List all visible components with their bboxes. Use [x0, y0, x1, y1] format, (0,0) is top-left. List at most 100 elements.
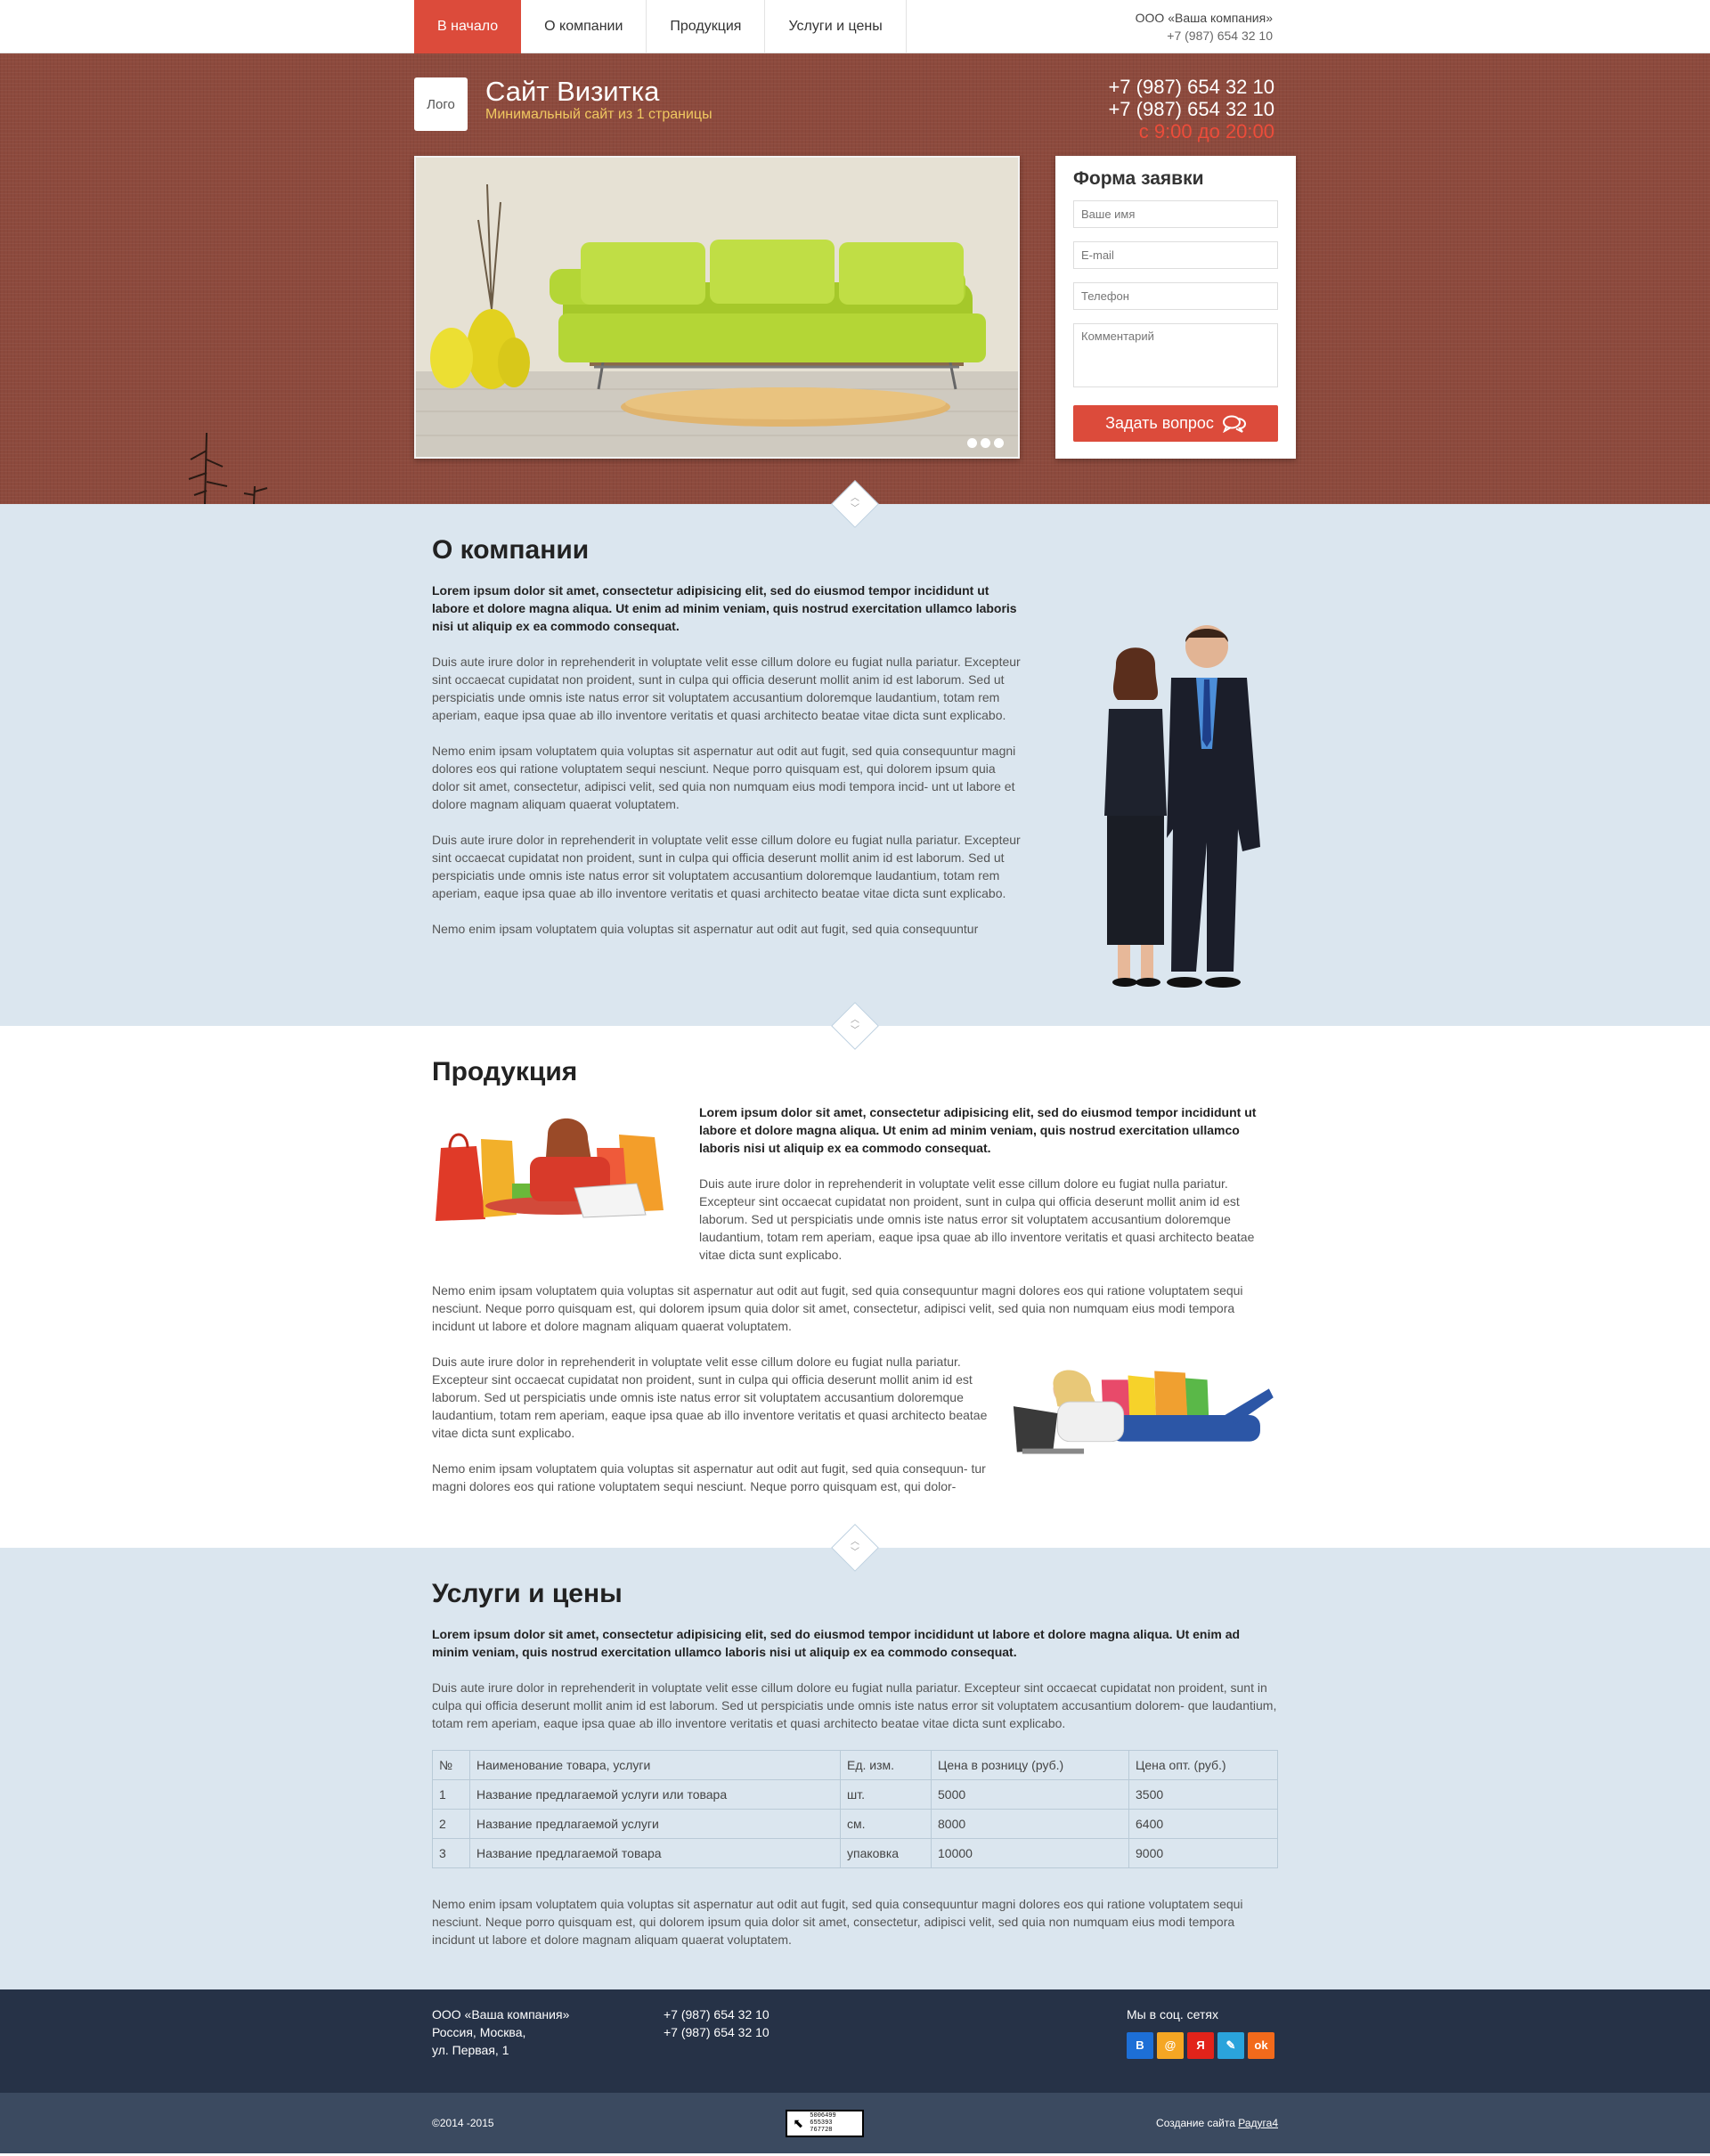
products-title: Продукция: [432, 1057, 578, 1086]
top-bar: В начало О компании Продукция Услуги и ц…: [0, 0, 1710, 53]
visit-counter[interactable]: ⬉ 5006499 655393 767728: [786, 2109, 865, 2137]
chevron-updown-icon[interactable]: ︿ ﹀: [838, 1015, 872, 1037]
header-company-name: ООО «Ваша компания»: [1135, 11, 1273, 25]
table-cell: Название предлагаемой услуги: [469, 1809, 841, 1839]
table-cell: 8000: [931, 1809, 1129, 1839]
table-row: 1 Название предлагаемой услуги или товар…: [432, 1779, 1278, 1810]
yandex-icon[interactable]: Я: [1187, 2032, 1214, 2059]
hero-section: Лого Сайт Визитка Минимальный сайт из 1 …: [0, 53, 1710, 504]
request-form: Форма заявки Задать вопрос: [1055, 156, 1296, 459]
services-paragraph-1: Duis aute irure dolor in reprehenderit i…: [432, 1680, 1277, 1730]
chevron-updown-icon[interactable]: ︿ ﹀: [838, 1537, 872, 1558]
chevron-updown-icon[interactable]: ︿ ﹀: [838, 493, 872, 515]
comment-field[interactable]: [1073, 323, 1278, 387]
image-slider[interactable]: [414, 156, 1020, 459]
products-paragraph-4: Nemo enim ipsam voluptatem quia voluptas…: [432, 1461, 986, 1493]
shopping-girl-credit-card-image: [1014, 1370, 1274, 1454]
business-people-image: [1104, 625, 1260, 988]
vk-icon[interactable]: В: [1127, 2032, 1153, 2059]
hero-phone-1: +7 (987) 654 32 10: [1108, 76, 1274, 98]
table-cell: 5000: [931, 1779, 1129, 1810]
hero-phone-2: +7 (987) 654 32 10: [1108, 98, 1274, 120]
table-cell: 9000: [1128, 1838, 1278, 1868]
moimir-icon[interactable]: @: [1157, 2032, 1184, 2059]
about-section: ︿ ﹀ О компании Lorem ipsum dolor sit amet…: [0, 480, 1710, 1026]
site-title: Сайт Визитка: [485, 76, 660, 107]
products-section: ︿ ﹀ Продукция Lorem ipsum dolor sit amet,…: [0, 1002, 1710, 1548]
table-row: 3 Название предлагаемой товара упаковка …: [432, 1838, 1278, 1868]
slider-dot-3[interactable]: [994, 438, 1004, 448]
ask-question-label: Задать вопрос: [1105, 414, 1214, 432]
about-paragraph-3: Duis aute irure dolor in reprehenderit i…: [432, 833, 1021, 900]
footer-phone-2: +7 (987) 654 32 10: [664, 2025, 770, 2039]
table-cell: Название предлагаемой товара: [469, 1838, 841, 1868]
arrow-up-left-icon: ⬉: [793, 2115, 804, 2130]
shopping-woman-laptop-image: [436, 1118, 664, 1221]
site-credit-label: Создание сайта: [1156, 2117, 1235, 2129]
chat-bubbles-icon: [1222, 415, 1246, 433]
table-cell: упаковка: [840, 1838, 932, 1868]
table-cell: 3500: [1128, 1779, 1278, 1810]
footer: ООО «Ваша компания» Россия, Москва, ул. …: [0, 1989, 1710, 2093]
about-paragraph-1: Duis aute irure dolor in reprehenderit i…: [432, 655, 1021, 722]
form-title: Форма заявки: [1073, 168, 1204, 189]
slide-sofa-image: [416, 158, 1018, 457]
services-title: Услуги и цены: [432, 1579, 623, 1608]
phone-field[interactable]: [1073, 282, 1278, 310]
nav-item-home[interactable]: В начало: [414, 0, 522, 53]
about-paragraph-4: Nemo enim ipsam voluptatem quia voluptas…: [432, 922, 979, 936]
plant-decoration: [188, 432, 268, 504]
services-lead: Lorem ipsum dolor sit amet, consectetur …: [432, 1627, 1241, 1659]
logo[interactable]: Лого: [414, 77, 468, 131]
products-paragraph-3: Duis aute irure dolor in reprehenderit i…: [432, 1355, 988, 1440]
name-field[interactable]: [1073, 200, 1278, 228]
footer-street: ул. Первая, 1: [432, 2043, 509, 2057]
table-cell: Название предлагаемой услуги или товара: [469, 1779, 841, 1810]
odnoklassniki-icon[interactable]: ok: [1248, 2032, 1274, 2059]
hero-contacts: +7 (987) 654 32 10 +7 (987) 654 32 10 с …: [1108, 76, 1274, 142]
about-title: О компании: [432, 535, 590, 565]
nav-item-about[interactable]: О компании: [521, 0, 647, 53]
ask-question-button[interactable]: Задать вопрос: [1073, 405, 1278, 442]
nav-item-services[interactable]: Услуги и цены: [765, 0, 907, 53]
footer-socials: Мы в соц. сетях В @ Я ✎ ok: [1127, 2005, 1274, 2059]
header-phone: +7 (987) 654 32 10: [1167, 28, 1273, 43]
header-contacts: ООО «Ваша компания» +7 (987) 654 32 10: [1136, 0, 1296, 53]
counter-line: 655393: [810, 2119, 833, 2127]
social-title: Мы в соц. сетях: [1127, 2007, 1218, 2022]
table-cell: см.: [840, 1809, 932, 1839]
services-section: ︿ ﹀ Услуги и цены Lorem ipsum dolor sit a…: [0, 1524, 1710, 1989]
footer-city: Россия, Москва,: [432, 2025, 526, 2039]
counter-line: 5006499: [810, 2112, 836, 2119]
counter-line: 767728: [810, 2127, 833, 2134]
table-cell: шт.: [840, 1779, 932, 1810]
footer-company: ООО «Ваша компания»: [432, 2007, 570, 2022]
services-paragraph-2: Nemo enim ipsam voluptatem quia voluptas…: [432, 1897, 1243, 1947]
footer-phone-1: +7 (987) 654 32 10: [664, 2007, 770, 2022]
table-row: 2 Название предлагаемой услуги см. 8000 …: [432, 1809, 1278, 1839]
copyright: ©2014 -2015: [432, 2117, 494, 2129]
site-credit-link[interactable]: Радуга4: [1238, 2117, 1278, 2129]
livejournal-icon[interactable]: ✎: [1217, 2032, 1244, 2059]
about-paragraph-2: Nemo enim ipsam voluptatem quia voluptas…: [432, 744, 1016, 811]
nav-item-products[interactable]: Продукция: [647, 0, 766, 53]
products-lead: Lorem ipsum dolor sit amet, consectetur …: [699, 1105, 1257, 1155]
footer-bottom: ©2014 -2015 ⬉ 5006499 655393 767728 Созд…: [0, 2093, 1710, 2153]
products-paragraph-1: Duis aute irure dolor in reprehenderit i…: [699, 1176, 1255, 1262]
column-header: №: [432, 1750, 470, 1780]
site-credit: Создание сайта Радуга4: [1156, 2117, 1278, 2129]
products-paragraph-2: Nemo enim ipsam voluptatem quia voluptas…: [432, 1283, 1243, 1333]
slider-dot-2[interactable]: [981, 438, 990, 448]
slider-dots: [967, 438, 1004, 448]
table-cell: 10000: [931, 1838, 1129, 1868]
column-header: Ед. изм.: [840, 1750, 932, 1780]
footer-phones: +7 (987) 654 32 10 +7 (987) 654 32 10: [664, 2005, 1127, 2059]
footer-address: ООО «Ваша компания» Россия, Москва, ул. …: [432, 2005, 664, 2059]
email-field[interactable]: [1073, 241, 1278, 269]
main-nav: В начало О компании Продукция Услуги и ц…: [414, 0, 907, 53]
table-cell: 1: [432, 1779, 470, 1810]
about-lead: Lorem ipsum dolor sit amet, consectetur …: [432, 583, 1017, 633]
slider-dot-1[interactable]: [967, 438, 977, 448]
table-header-row: № Наименование товара, услуги Ед. изм. Ц…: [432, 1750, 1278, 1780]
column-header: Наименование товара, услуги: [469, 1750, 841, 1780]
